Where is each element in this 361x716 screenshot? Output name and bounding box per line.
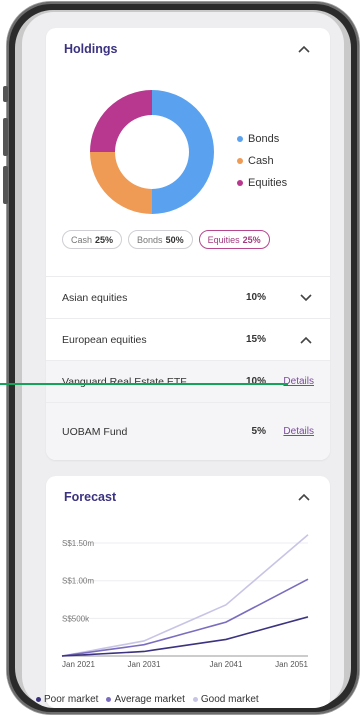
volume-up-button bbox=[3, 118, 8, 156]
legend-item-good-market: Good market bbox=[192, 694, 259, 705]
holding-name: European equities bbox=[62, 333, 147, 346]
forecast-title: Forecast bbox=[64, 490, 117, 504]
chevron-up-icon[interactable] bbox=[296, 41, 312, 57]
y-tick-label: S$1.00m bbox=[62, 577, 94, 586]
legend-label: Bonds bbox=[248, 133, 280, 145]
forecast-legend: Poor market Average market Good market bbox=[36, 694, 259, 705]
legend-label: Cash bbox=[248, 155, 274, 167]
pill-value: 50% bbox=[165, 234, 184, 245]
holding-row-uobam-fund: UOBAM Fund 5% Details bbox=[46, 402, 330, 460]
legend-label: Good market bbox=[200, 694, 259, 705]
legend-item-average-market: Average market bbox=[106, 694, 185, 705]
holding-name: Vanguard Real Estate ETF bbox=[62, 375, 187, 388]
x-tick-label: Jan 2031 bbox=[128, 660, 161, 668]
y-tick-label: S$500k bbox=[62, 614, 90, 623]
holding-row-vanguard-etf: Vanguard Real Estate ETF 10% Details bbox=[46, 360, 330, 402]
holdings-header[interactable]: Holdings bbox=[46, 28, 330, 70]
legend-label: Poor market bbox=[44, 694, 99, 705]
holding-name: Asian equities bbox=[62, 291, 128, 304]
mute-switch bbox=[3, 86, 8, 102]
asset-class-pills: Cash 25% Bonds 50% Equities 25% bbox=[62, 230, 270, 249]
legend-label: Equities bbox=[248, 177, 288, 189]
x-tick-label: Jan 2021 bbox=[62, 660, 95, 668]
pill-value: 25% bbox=[95, 234, 114, 245]
annotation-connector-line bbox=[0, 383, 288, 385]
average-market-dot-icon bbox=[106, 697, 112, 702]
good-market-dot-icon bbox=[192, 697, 198, 702]
legend-item-poor-market: Poor market bbox=[36, 694, 98, 705]
pill-equities[interactable]: Equities 25% bbox=[198, 230, 270, 249]
chevron-up-icon[interactable] bbox=[298, 332, 314, 348]
cash-dot-icon bbox=[237, 158, 243, 164]
legend-label: Average market bbox=[114, 694, 185, 705]
app-screen: Holdings Bonds Cash Equities Cash 25% Bo… bbox=[22, 12, 344, 708]
allocation-donut-chart bbox=[88, 88, 216, 216]
holding-percent: 5% bbox=[251, 426, 266, 437]
pill-cash[interactable]: Cash 25% bbox=[62, 230, 123, 249]
details-link[interactable]: Details bbox=[283, 426, 314, 437]
pill-label: Bonds bbox=[137, 234, 163, 245]
pill-label: Equities bbox=[207, 234, 240, 245]
donut-slice-bonds bbox=[152, 90, 214, 214]
donut-slice-equities bbox=[90, 90, 152, 152]
forecast-line-chart: S$500k S$1.00m S$1.50m Jan 2021 Jan 2031 Jan … bbox=[61, 534, 309, 668]
volume-down-button bbox=[3, 166, 8, 204]
holding-percent: 10% bbox=[245, 292, 266, 303]
pill-label: Cash bbox=[71, 234, 93, 245]
donut-slice-cash bbox=[90, 152, 152, 214]
series-line-average-market bbox=[61, 578, 309, 657]
holding-row-european-equities[interactable]: European equities 15% bbox=[46, 318, 330, 360]
series-line-good-market bbox=[61, 534, 309, 657]
bonds-dot-icon bbox=[237, 136, 243, 142]
holdings-card: Holdings Bonds Cash Equities Cash 25% Bo… bbox=[46, 28, 330, 460]
forecast-header[interactable]: Forecast bbox=[46, 476, 330, 518]
holding-name: UOBAM Fund bbox=[62, 425, 128, 438]
forecast-card: Forecast S$500k S$1.00m S$1.50m Jan 2021 Jan… bbox=[46, 476, 330, 708]
pill-bonds[interactable]: Bonds 50% bbox=[128, 230, 193, 249]
legend-item-equities: Equities bbox=[237, 172, 287, 194]
details-link[interactable]: Details bbox=[283, 376, 314, 387]
chevron-down-icon[interactable] bbox=[298, 290, 314, 306]
x-tick-label: Jan 2051 bbox=[275, 660, 308, 668]
poor-market-dot-icon bbox=[36, 697, 41, 702]
legend-item-bonds: Bonds bbox=[237, 128, 287, 150]
holdings-title: Holdings bbox=[64, 42, 118, 56]
pill-value: 25% bbox=[242, 234, 261, 245]
equities-dot-icon bbox=[237, 180, 243, 186]
holding-percent: 15% bbox=[245, 334, 266, 345]
allocation-legend: Bonds Cash Equities bbox=[237, 128, 287, 194]
holding-row-asian-equities[interactable]: Asian equities 10% bbox=[46, 276, 330, 318]
chevron-up-icon[interactable] bbox=[296, 489, 312, 505]
y-tick-label: S$1.50m bbox=[62, 539, 94, 548]
x-tick-label: Jan 2041 bbox=[210, 660, 243, 668]
legend-item-cash: Cash bbox=[237, 150, 287, 172]
holding-percent: 10% bbox=[245, 376, 266, 387]
